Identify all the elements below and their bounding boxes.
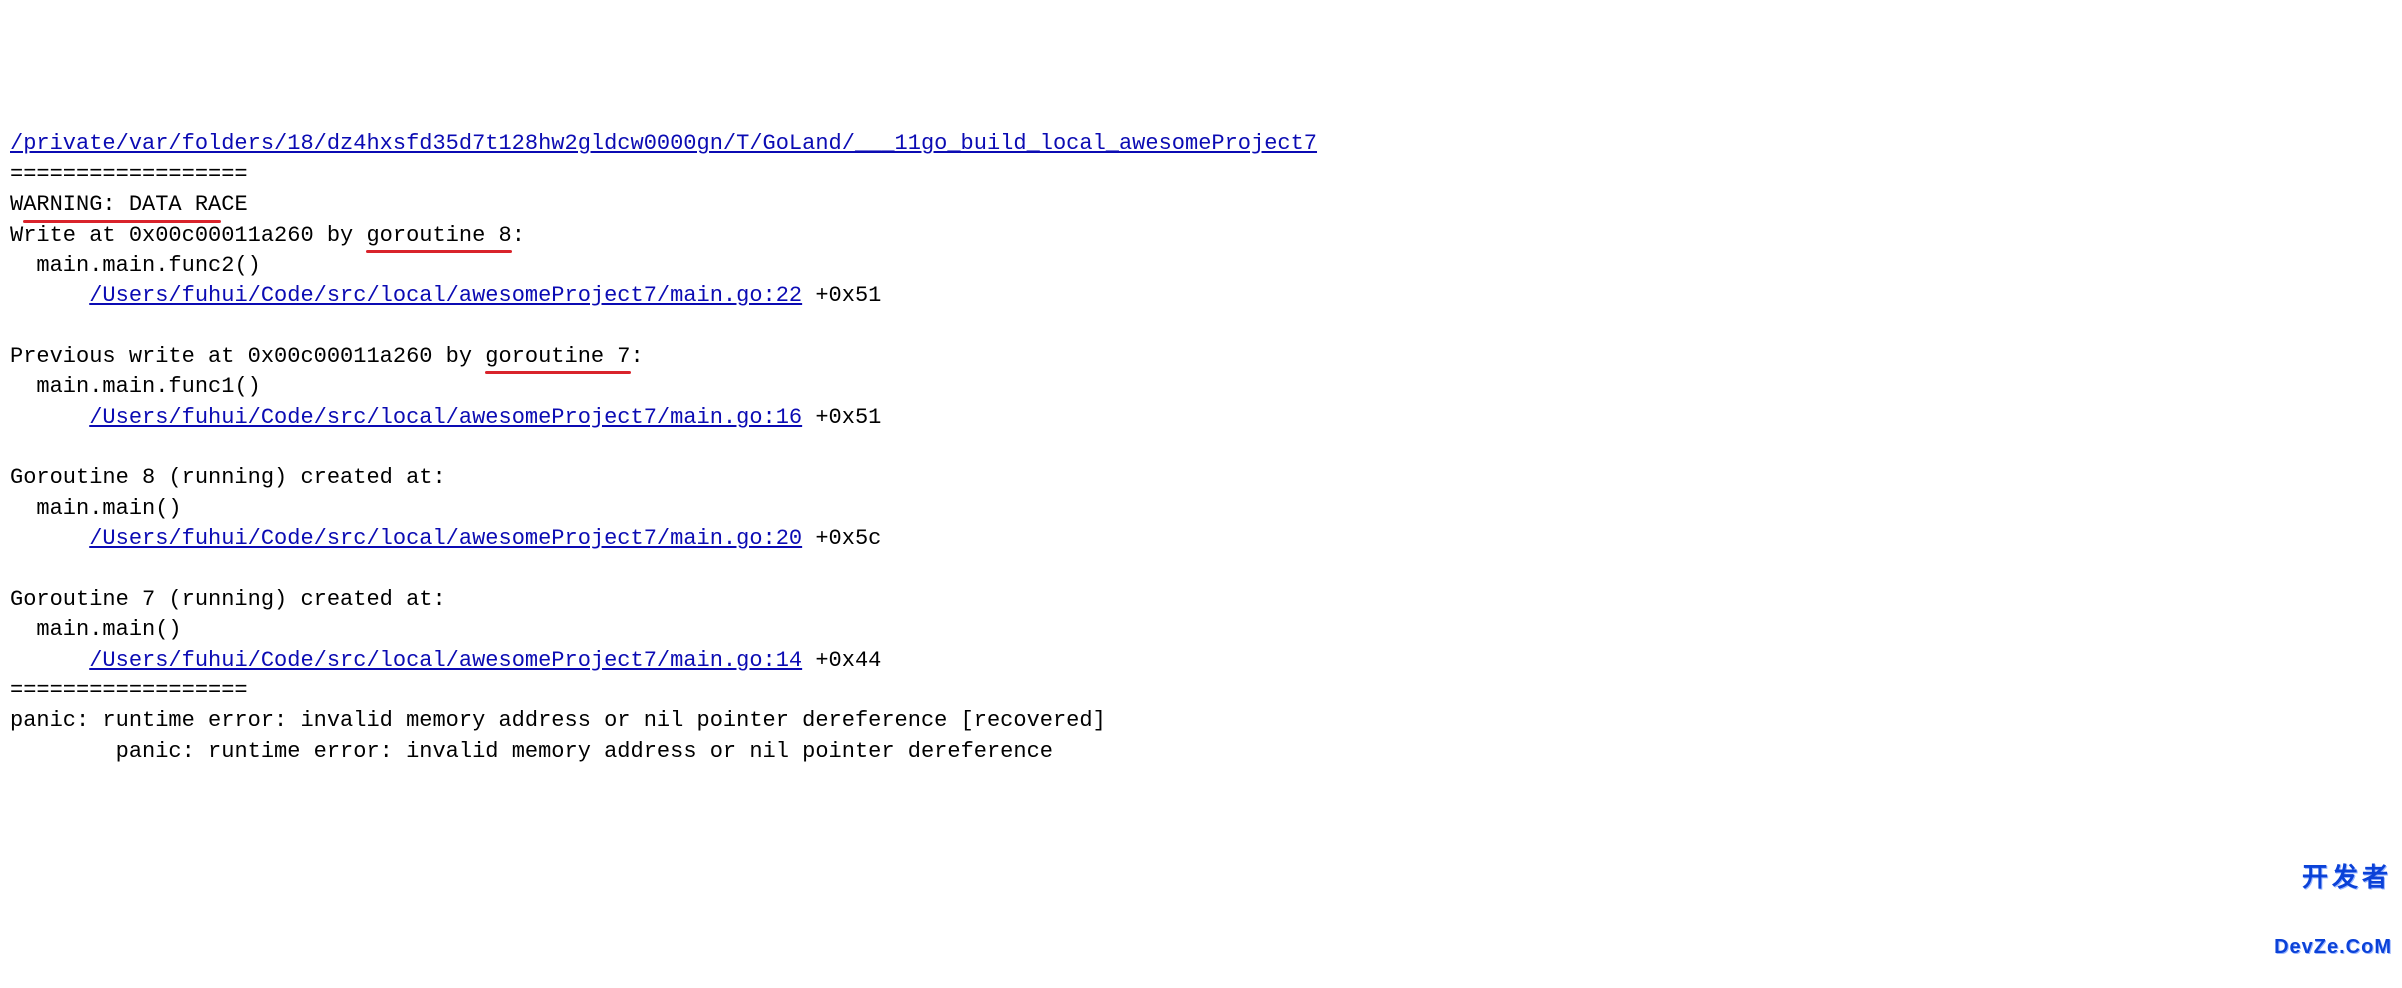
goroutine-8-created: Goroutine 8 (running) created at:	[10, 465, 446, 490]
warning-prefix: W	[10, 192, 23, 217]
goroutine-7-created: Goroutine 7 (running) created at:	[10, 587, 446, 612]
offset-4: +0x44	[802, 648, 881, 673]
offset-1: +0x51	[802, 283, 881, 308]
stack-func2: main.main.func2()	[36, 253, 260, 278]
goroutine-8-ref: goroutine 8	[366, 221, 511, 251]
separator-bottom: ==================	[10, 678, 248, 703]
indent	[10, 405, 89, 430]
console-output: /private/var/folders/18/dz4hxsfd35d7t128…	[10, 129, 2392, 767]
panic-line-1: panic: runtime error: invalid memory add…	[10, 708, 1106, 733]
goroutine-7-ref: goroutine 7	[485, 342, 630, 372]
warning-suffix: CE	[221, 192, 247, 217]
indent	[10, 374, 36, 399]
indent	[10, 283, 89, 308]
source-link-4[interactable]: /Users/fuhui/Code/src/local/awesomeProje…	[89, 648, 802, 673]
indent	[10, 617, 36, 642]
indent	[10, 648, 89, 673]
stack-func1: main.main.func1()	[36, 374, 260, 399]
separator-top: ==================	[10, 162, 248, 187]
offset-3: +0x5c	[802, 526, 881, 551]
indent	[10, 496, 36, 521]
write-line-text: Write at 0x00c00011a260 by	[10, 223, 366, 248]
offset-2: +0x51	[802, 405, 881, 430]
indent	[10, 739, 116, 764]
source-link-3[interactable]: /Users/fuhui/Code/src/local/awesomeProje…	[89, 526, 802, 551]
source-link-2[interactable]: /Users/fuhui/Code/src/local/awesomeProje…	[89, 405, 802, 430]
source-link-1[interactable]: /Users/fuhui/Code/src/local/awesomeProje…	[89, 283, 802, 308]
indent	[10, 253, 36, 278]
stack-main-1: main.main()	[36, 496, 181, 521]
indent	[10, 526, 89, 551]
stack-main-2: main.main()	[36, 617, 181, 642]
watermark: 开发者 DevZe.CoM	[2274, 818, 2392, 982]
watermark-bottom: DevZe.CoM	[2274, 937, 2392, 958]
build-path-link[interactable]: /private/var/folders/18/dz4hxsfd35d7t128…	[10, 131, 1317, 156]
prev-write-text: Previous write at 0x00c00011a260 by	[10, 344, 485, 369]
warning-data-race: ARNING: DATA RA	[23, 190, 221, 220]
panic-line-2: panic: runtime error: invalid memory add…	[116, 739, 1053, 764]
watermark-top: 开发者	[2274, 864, 2392, 891]
write-line-colon: :	[512, 223, 525, 248]
prev-write-colon: :	[631, 344, 644, 369]
